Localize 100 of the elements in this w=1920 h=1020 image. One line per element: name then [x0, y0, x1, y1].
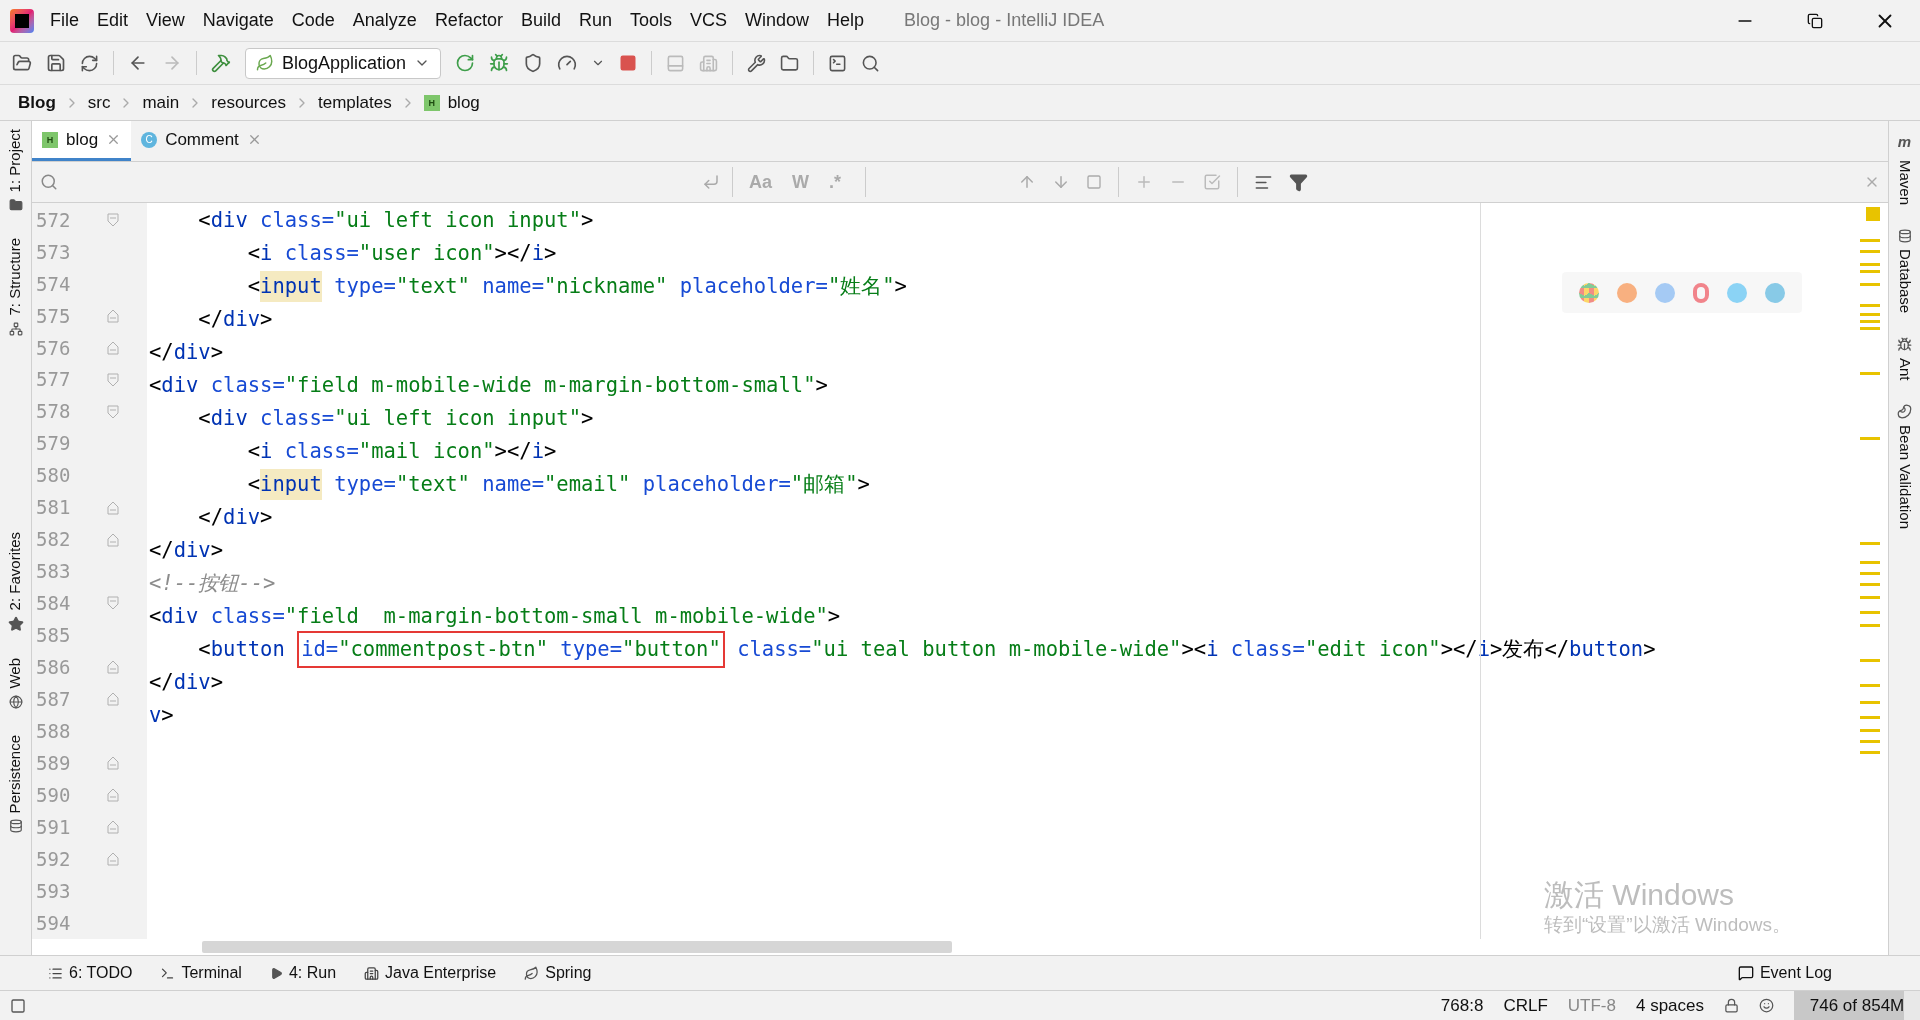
browser-icon[interactable] — [1765, 282, 1785, 303]
tool-window-tab[interactable]: Bean Validation — [1893, 425, 1916, 530]
sync-icon[interactable] — [80, 53, 99, 73]
menu-item[interactable]: File — [50, 7, 79, 34]
menu-item[interactable]: Code — [291, 7, 335, 34]
code-token: </ — [197, 504, 224, 532]
code-token: "ui teal button m-mobile-wide" — [811, 636, 1182, 664]
tool-window-tab[interactable]: 1: Project — [4, 129, 27, 193]
menu-item[interactable]: Tools — [629, 7, 672, 34]
browser-icon[interactable] — [1579, 282, 1599, 303]
filter-icon[interactable] — [1289, 172, 1309, 192]
code-token: type= — [333, 471, 396, 499]
window-title: Blog - blog - IntelliJ IDEA — [904, 9, 1105, 32]
building-icon — [364, 965, 380, 981]
tool-window-tab[interactable]: Ant — [1893, 357, 1916, 381]
memory-indicator[interactable]: 746 of 854M — [1794, 990, 1920, 1020]
breadcrumb-item[interactable]: Blog — [18, 89, 56, 116]
line-number: 586 — [36, 655, 72, 681]
menu-item[interactable]: Help — [827, 7, 865, 34]
lock-icon[interactable] — [1724, 998, 1739, 1013]
event-log-tab[interactable]: Event Log — [1737, 961, 1832, 985]
tool-window-tab[interactable]: Terminal — [160, 961, 242, 985]
folder-icon — [8, 198, 23, 213]
speech-bubble-icon — [1737, 965, 1754, 981]
code-token: > — [827, 603, 841, 631]
bug-icon[interactable] — [489, 53, 510, 73]
browser-icon[interactable] — [1617, 282, 1637, 303]
code-token: "mail icon" — [358, 438, 495, 466]
code-token: ></ — [494, 438, 532, 466]
browser-icon[interactable] — [1727, 282, 1747, 303]
code-token: < — [197, 636, 211, 664]
hammer-icon[interactable] — [211, 53, 231, 73]
horizontal-scrollbar[interactable] — [202, 941, 952, 953]
menu-item[interactable]: View — [146, 7, 185, 34]
gauge-icon[interactable] — [557, 53, 578, 73]
rerun-icon[interactable] — [455, 53, 476, 73]
shield-icon[interactable] — [523, 53, 544, 73]
search-icon[interactable] — [861, 53, 881, 73]
stop-icon[interactable] — [619, 54, 638, 72]
line-number: 588 — [36, 718, 72, 744]
code-token: > — [581, 207, 594, 235]
code-token: i — [260, 240, 273, 268]
tool-window-tab[interactable]: Maven — [1893, 159, 1916, 205]
code-token: v — [149, 702, 162, 730]
breadcrumb-item[interactable]: templates — [317, 89, 392, 116]
code-token: class= — [1229, 636, 1305, 664]
maven-icon: m — [1897, 131, 1912, 154]
tool-window-tab[interactable]: Persistence — [4, 734, 27, 814]
menu-item[interactable]: Refactor — [434, 7, 503, 34]
menu-item[interactable]: Navigate — [202, 7, 274, 34]
browser-icon[interactable] — [1693, 282, 1709, 303]
restore-icon[interactable] — [1807, 12, 1823, 29]
tool-window-tab[interactable]: 4: Run — [269, 961, 337, 985]
breadcrumb-item[interactable]: main — [142, 89, 180, 116]
line-number: 579 — [36, 431, 72, 457]
fold-icon — [107, 852, 119, 867]
star-icon — [7, 616, 24, 633]
tool-window-tab[interactable]: 7: Structure — [4, 238, 27, 316]
browser-icon[interactable] — [1655, 282, 1675, 303]
editor-tab[interactable]: C Comment — [131, 121, 272, 161]
code-token: > — [260, 504, 273, 532]
indent-setting[interactable]: 4 spaces — [1635, 992, 1704, 1019]
menu-item[interactable]: VCS — [690, 7, 727, 34]
code-token: div — [223, 306, 261, 334]
code-token: class= — [283, 240, 359, 268]
tool-window-tab[interactable]: Web — [4, 658, 27, 689]
breadcrumb-item[interactable]: blog — [447, 89, 480, 116]
tool-window-tab[interactable]: 6: TODO — [48, 961, 133, 985]
code-token: class= — [209, 603, 285, 631]
panel-toggle-icon[interactable] — [10, 997, 26, 1014]
run-config-dropdown[interactable]: BlogApplication — [245, 47, 442, 79]
code-token: "ui left icon input" — [334, 405, 581, 433]
menu-item[interactable]: Run — [578, 7, 612, 34]
line-number: 594 — [36, 910, 72, 936]
code-token: </ — [1544, 636, 1570, 664]
selection-icon[interactable] — [1086, 174, 1103, 190]
fold-icon — [107, 404, 119, 419]
menu-item[interactable]: Edit — [97, 7, 129, 34]
caret-position[interactable]: 768:8 — [1440, 992, 1484, 1019]
tool-window-tab[interactable]: Java Enterprise — [364, 961, 497, 985]
menu-item[interactable]: Build — [520, 7, 561, 34]
menu-item[interactable]: Analyze — [352, 7, 417, 34]
select-all-icon[interactable] — [1203, 173, 1222, 191]
terminal-icon[interactable] — [828, 53, 848, 73]
tool-window-tab[interactable]: 2: Favorites — [4, 531, 27, 611]
editor-tab[interactable]: H blog — [32, 121, 132, 161]
breadcrumb-item[interactable]: resources — [211, 89, 286, 116]
line-separator[interactable]: CRLF — [1503, 992, 1548, 1019]
code-token: div — [173, 339, 211, 367]
tool-window-tab[interactable]: Spring — [524, 961, 592, 985]
wrap-icon[interactable] — [702, 173, 720, 191]
code-token: name= — [481, 471, 544, 499]
save-icon[interactable] — [46, 53, 66, 73]
tool-window-tab[interactable]: Database — [1893, 248, 1916, 313]
open-folder-icon[interactable] — [12, 53, 32, 73]
inspector-icon[interactable] — [1759, 998, 1774, 1013]
menu-item[interactable]: Window — [745, 7, 810, 34]
settings-icon[interactable] — [747, 53, 767, 73]
breadcrumb-item[interactable]: src — [87, 89, 111, 116]
code-token: </ — [149, 339, 174, 367]
